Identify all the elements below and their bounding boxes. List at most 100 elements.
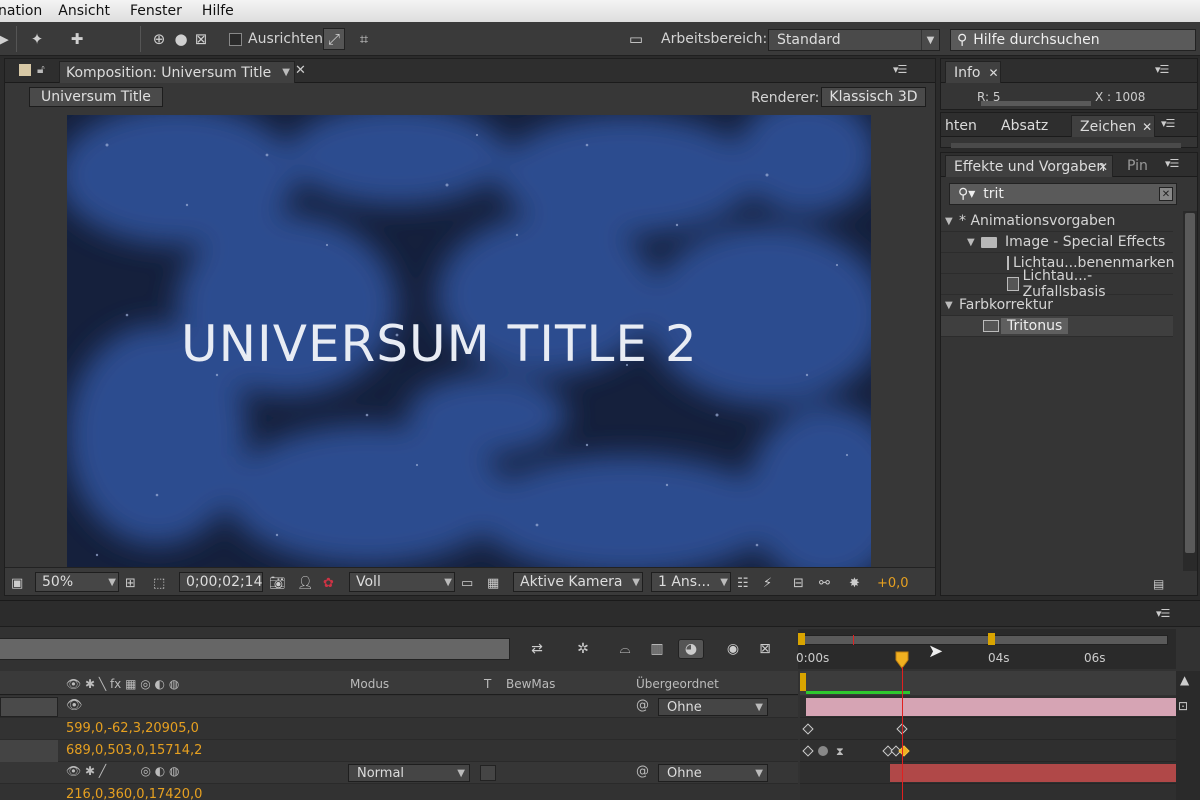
- tool-partial-icon[interactable]: ▶: [0, 28, 14, 50]
- view-axis-icon[interactable]: ⊠: [190, 28, 212, 50]
- region-of-interest-icon[interactable]: ▭: [461, 574, 473, 592]
- brainstorm-icon[interactable]: ◉: [722, 639, 744, 659]
- character-scrollbar[interactable]: [951, 143, 1181, 148]
- in-point-handle[interactable]: [800, 673, 806, 691]
- timeline-search-input[interactable]: [0, 638, 510, 660]
- clear-search-icon[interactable]: ✕: [1159, 187, 1173, 201]
- pin-tool-icon[interactable]: ✚: [66, 28, 88, 50]
- layer-switches[interactable]: 👁︎ ✱ ╱ ◎ ◐ ◍: [66, 764, 180, 778]
- panel-menu-icon[interactable]: ▾☰: [1165, 157, 1179, 170]
- property-track[interactable]: ⧗: [800, 740, 1176, 762]
- pickwhip-icon[interactable]: @: [636, 764, 649, 779]
- time-ruler[interactable]: 0:00s 04s 06s: [796, 629, 1176, 669]
- blend-mode-select[interactable]: Normal ▼: [348, 764, 470, 782]
- fast-previews-icon[interactable]: ⚡︎: [763, 574, 772, 592]
- layer-duration-bar[interactable]: [890, 764, 1176, 782]
- resolution-select[interactable]: Voll ▼: [349, 572, 455, 592]
- panel-menu-icon[interactable]: ▾☰: [1161, 117, 1175, 130]
- panel-menu-icon[interactable]: ▾☰: [1156, 607, 1170, 620]
- tab-character[interactable]: Zeichen ✕: [1071, 115, 1155, 137]
- puppet-pin-icon[interactable]: ✦: [26, 28, 48, 50]
- tab-info[interactable]: Info ✕: [945, 61, 1001, 83]
- exposure-reset-icon[interactable]: ✸: [849, 574, 860, 592]
- parent-select[interactable]: Ohne ▼: [658, 698, 768, 716]
- vr-glasses-icon[interactable]: ▭: [622, 28, 650, 50]
- work-area-end-handle[interactable]: [988, 633, 995, 645]
- chevron-down-icon[interactable]: ▼: [282, 67, 290, 78]
- disclosure-triangle-icon[interactable]: ▼: [945, 300, 959, 311]
- safe-margins-icon[interactable]: ⊞: [125, 574, 136, 592]
- keyframe-icon[interactable]: [802, 745, 814, 757]
- layer-duration-bar[interactable]: [806, 698, 1176, 716]
- view-layout-select[interactable]: 1 Ans... ▼: [651, 572, 731, 592]
- tree-item-color-correction[interactable]: ▼ Farbkorrektur: [941, 295, 1173, 316]
- zoom-out-icon[interactable]: ▲: [1180, 673, 1189, 687]
- color-channels-icon[interactable]: ✿: [323, 574, 334, 592]
- tab-partial[interactable]: hten: [937, 115, 977, 137]
- panel-menu-icon[interactable]: ▾☰: [893, 63, 907, 76]
- help-search-input[interactable]: ⚲ Hilfe durchsuchen: [950, 29, 1196, 51]
- graph-editor-icon[interactable]: ⊠: [754, 639, 776, 659]
- layer-track[interactable]: [800, 696, 1176, 718]
- keyframe-icon[interactable]: [802, 723, 814, 735]
- close-icon[interactable]: ✕: [1142, 120, 1152, 134]
- flowchart-icon[interactable]: ⚯: [819, 574, 830, 592]
- draft-3d-icon[interactable]: ✲: [572, 639, 594, 659]
- snap-icon[interactable]: ⤢: [323, 28, 345, 50]
- close-icon[interactable]: ✕: [989, 66, 999, 80]
- parent-select[interactable]: Ohne ▼: [658, 764, 768, 782]
- comp-button-icon[interactable]: ⊡: [1178, 699, 1188, 713]
- menu-window[interactable]: Fenster: [130, 3, 182, 19]
- timeline-icon[interactable]: ⊟: [793, 574, 804, 592]
- exposure-value[interactable]: +0,0: [877, 574, 909, 592]
- local-axis-icon[interactable]: ⊕: [148, 28, 170, 50]
- property-row[interactable]: 216,0,360,0,17420,0: [0, 784, 798, 800]
- pickwhip-icon[interactable]: @: [636, 698, 649, 713]
- motion-blur-icon[interactable]: ◕: [678, 639, 704, 659]
- property-value[interactable]: 599,0,-62,3,20905,0: [66, 721, 199, 736]
- always-preview-icon[interactable]: ▣: [11, 574, 29, 592]
- work-area-start-handle[interactable]: [798, 633, 805, 645]
- world-axis-icon[interactable]: ●: [170, 28, 192, 50]
- workspace-select[interactable]: Standard ▼: [768, 29, 940, 51]
- close-icon[interactable]: ✕: [1098, 160, 1108, 174]
- close-icon[interactable]: ✕: [295, 63, 306, 78]
- tree-item-tritone[interactable]: Tritonus: [941, 316, 1173, 337]
- frame-blending-icon[interactable]: ▥: [646, 639, 668, 659]
- camera-snapshot-icon[interactable]: 📷︎: [269, 574, 286, 592]
- effects-search-input[interactable]: ⚲▾ trit ✕: [949, 183, 1177, 205]
- layer-row[interactable]: 👁︎ @ Ohne ▼: [0, 696, 798, 718]
- keyframe-hold-icon[interactable]: ⧗: [836, 745, 844, 759]
- snap-options-icon[interactable]: ⌗: [353, 28, 375, 50]
- visibility-icon[interactable]: 👁︎: [66, 698, 83, 713]
- menu-view[interactable]: Ansicht: [58, 3, 110, 19]
- tab-paragraph[interactable]: Absatz: [993, 115, 1048, 137]
- work-area-bar[interactable]: [804, 635, 1168, 645]
- property-row[interactable]: 599,0,-62,3,20905,0: [0, 718, 798, 740]
- panel-menu-icon[interactable]: ▾☰: [1155, 63, 1169, 76]
- tree-item-image-special-effects[interactable]: ▼ Image - Special Effects: [941, 232, 1173, 253]
- property-row[interactable]: 689,0,503,0,15714,2: [0, 740, 798, 762]
- align-checkbox[interactable]: [229, 33, 242, 46]
- toggle-pixel-aspect-icon[interactable]: ☷: [737, 574, 749, 592]
- camera-view-select[interactable]: Aktive Kamera ▼: [513, 572, 643, 592]
- zoom-select[interactable]: 50% ▼: [35, 572, 119, 592]
- mask-visibility-icon[interactable]: ⬚: [153, 574, 165, 592]
- show-snapshot-icon[interactable]: 👤︎: [297, 574, 314, 592]
- layer-track[interactable]: [800, 762, 1176, 784]
- tab-effects-presets[interactable]: Effekte und Vorgaben ✕: [945, 155, 1113, 177]
- disclosure-triangle-icon[interactable]: ▼: [967, 237, 981, 248]
- keyframe-selected-icon[interactable]: [898, 745, 910, 757]
- menu-animation[interactable]: nation: [0, 3, 42, 19]
- composition-viewer[interactable]: UNIVERSUM TITLE 2: [67, 115, 871, 568]
- transparency-grid-icon[interactable]: ▦: [487, 574, 499, 592]
- info-scrollbar[interactable]: [981, 101, 1091, 106]
- property-track[interactable]: [800, 718, 1176, 740]
- composition-mini-flowchart-icon[interactable]: ⇄: [526, 639, 548, 659]
- tab-pinsel[interactable]: Pin: [1119, 155, 1159, 177]
- tab-composition[interactable]: Komposition: Universum Title ▼: [59, 61, 295, 83]
- property-track[interactable]: [800, 784, 1176, 800]
- keyframe-ease-icon[interactable]: [818, 746, 828, 756]
- effects-scrollbar[interactable]: [1183, 211, 1197, 571]
- shy-layers-icon[interactable]: ⌓: [614, 639, 636, 659]
